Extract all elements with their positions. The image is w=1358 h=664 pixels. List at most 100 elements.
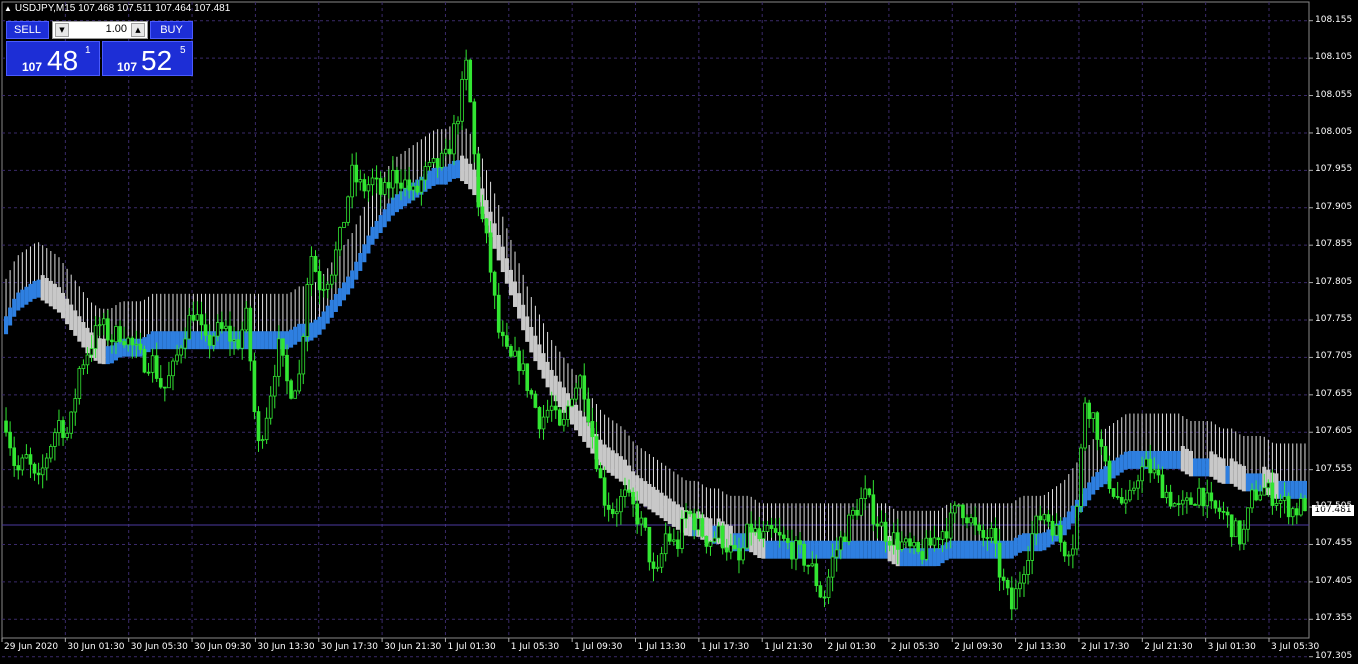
candle-body [1225,511,1230,516]
candle-body [920,551,925,560]
ask-price-button[interactable]: 107 52 5 [102,41,193,76]
price-chart[interactable] [0,0,1358,660]
candle-body [716,525,721,539]
candle-body [794,540,798,560]
candle-body [456,120,460,125]
candle-body [476,153,481,208]
lot-increase-button[interactable]: ▲ [131,23,145,37]
bid-price-button[interactable]: 107 48 1 [6,41,100,76]
candle-body [574,387,578,400]
candle-body [1132,487,1136,491]
x-tick-label: 2 Jul 05:30 [890,642,940,652]
candle-body [167,375,171,389]
candle-body [802,543,806,566]
candle-body [1022,574,1026,584]
x-tick-label: 2 Jul 21:30 [1144,642,1193,652]
candle-body [4,420,8,433]
candle-body [407,179,411,191]
candle-body [639,517,644,525]
candle-body [822,596,827,599]
x-tick-label: 1 Jul 01:30 [447,642,496,652]
candle-body [851,509,855,516]
candle-body [163,386,167,389]
candle-body [708,541,713,547]
x-tick-label: 30 Jun 17:30 [320,642,378,652]
symbol-ohlc-text: USDJPY,M15 107.468 107.511 107.464 107.4… [14,3,231,14]
candle-body [973,517,977,526]
candle-body [578,375,582,389]
candle-body [570,398,574,407]
candle-body [1242,528,1246,545]
sell-button[interactable]: SELL [6,21,49,39]
candle-body [431,158,436,163]
lot-size-value: 1.00 [105,23,127,35]
candle-body [965,517,969,524]
candle-body [248,307,253,362]
candle-body [358,179,363,183]
candle-body [496,294,501,333]
candle-body [720,525,725,549]
candle-body [1213,500,1218,509]
candle-body [183,338,188,349]
candle-body [997,542,1002,578]
candle-body [12,447,17,466]
y-tick-label: 107.455 [1315,538,1353,549]
candle-body [220,322,224,329]
chart-area[interactable] [0,0,1358,660]
candle-body [419,179,424,193]
candle-body [1005,579,1010,589]
lot-decrease-button[interactable]: ▼ [55,23,69,37]
candle-body [733,544,737,550]
candle-body [1217,507,1222,512]
candle-body [1042,514,1047,521]
candle-body [354,164,359,183]
candle-body [619,495,623,513]
candle-body [16,465,21,471]
y-tick-label: 107.955 [1315,164,1353,175]
candle-body [895,532,900,550]
ask-price-prefix: 107 [117,60,138,74]
candle-body [289,380,293,399]
candle-body [1168,491,1173,507]
x-tick-label: 30 Jun 13:30 [257,642,315,652]
candle-body [1164,491,1169,499]
candle-body [260,439,265,442]
candle-body [134,343,139,346]
candle-body [867,488,872,496]
candle-body [667,533,672,542]
candle-body [1180,499,1185,505]
candle-body [1111,488,1116,497]
candle-body [777,532,782,536]
candle-body [1128,489,1132,501]
candle-body [448,148,452,155]
candle-body [179,347,183,356]
candle-body [277,338,281,377]
y-tick-label: 108.005 [1315,126,1353,137]
candle-body [806,564,811,567]
candle-body [810,563,815,567]
candle-body [879,521,884,527]
candle-body [73,398,78,413]
candle-body [1229,514,1234,538]
candle-body [594,436,599,470]
candle-body [1123,499,1128,504]
candle-body [961,504,965,519]
candle-body [586,398,591,422]
candle-body [887,540,892,546]
candle-body [244,307,249,331]
candle-body [77,368,82,399]
candle-body [651,561,656,569]
candle-body [175,354,179,362]
candle-body [557,409,562,426]
lot-size-field[interactable]: ▼ 1.00 ▲ [52,21,148,39]
candle-body [1262,487,1267,496]
candle-body [57,420,61,434]
candle-body [859,498,863,516]
x-tick-label: 30 Jun 09:30 [194,642,252,652]
candle-body [85,354,90,366]
candle-body [309,256,314,285]
candle-body [590,421,595,438]
candle-body [757,528,762,540]
candle-body [423,166,428,181]
buy-button[interactable]: BUY [150,21,193,39]
